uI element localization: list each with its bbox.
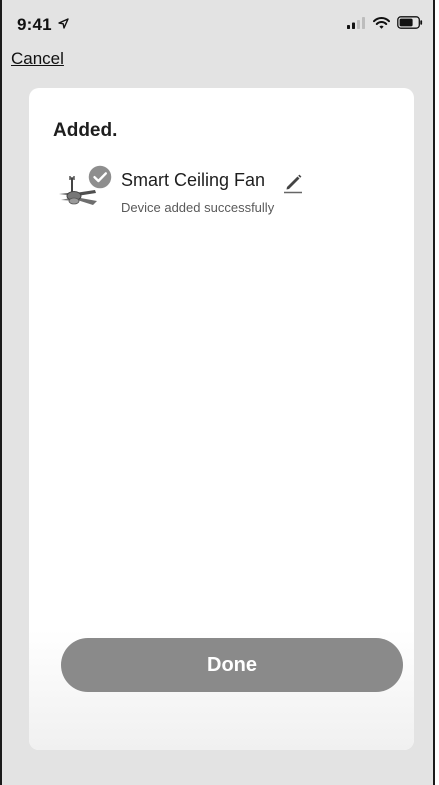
card-title: Added. <box>53 120 118 141</box>
device-status-text: Device added successfully <box>121 200 275 215</box>
battery-icon <box>397 16 423 29</box>
device-row: Smart Ceiling Fan Device added successfu… <box>57 164 387 216</box>
cancel-link[interactable]: Cancel <box>11 49 64 69</box>
edit-name-button[interactable] <box>282 170 304 194</box>
result-card: Added. Smart Ceiling Fan Device added su… <box>29 88 414 750</box>
pencil-icon <box>284 174 302 194</box>
check-circle-icon <box>87 164 113 190</box>
device-thumbnail <box>57 164 117 216</box>
status-icons <box>347 16 423 29</box>
cellular-signal-icon <box>347 16 365 29</box>
wifi-icon <box>373 16 390 29</box>
status-time-text: 9:41 <box>17 15 52 34</box>
done-button[interactable]: Done <box>61 638 403 692</box>
location-arrow-icon <box>58 18 69 29</box>
status-bar: 9:41 <box>2 0 433 44</box>
status-time: 9:41 <box>17 15 69 35</box>
phone-screen: 9:41 Cancel Added. Smart Ceiling Fan Dev… <box>0 0 435 785</box>
device-name: Smart Ceiling Fan <box>121 170 266 190</box>
